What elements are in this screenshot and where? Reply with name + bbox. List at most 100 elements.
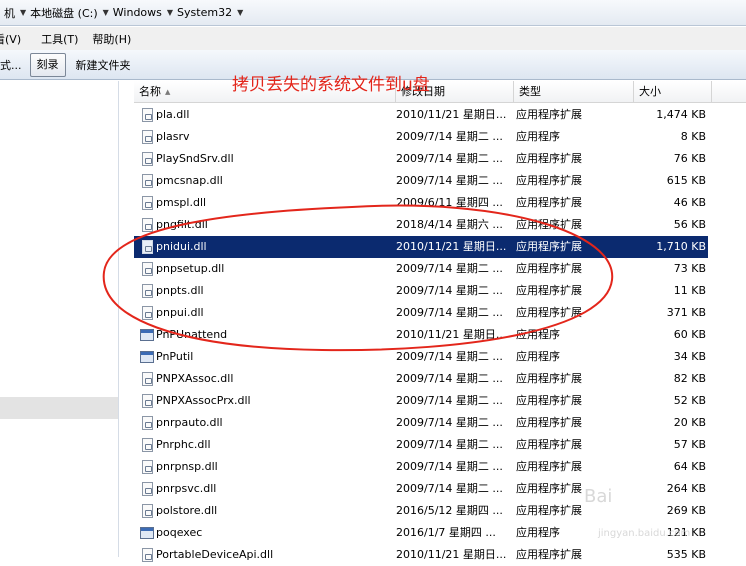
- file-size: 20 KB: [673, 416, 706, 429]
- dll-file-icon: [140, 239, 156, 255]
- breadcrumb-windows[interactable]: Windows ▼: [111, 2, 175, 24]
- dll-file-icon: [140, 151, 156, 167]
- chevron-down-icon[interactable]: ▼: [167, 8, 173, 17]
- file-row[interactable]: PlaySndSrv.dll 2009/7/14 星期二 ... 应用程序扩展 76 …: [134, 148, 708, 170]
- toolbar-partial-button[interactable]: 式...: [0, 57, 26, 73]
- file-row[interactable]: pnpsetup.dll 2009/7/14 星期二 ... 应用程序扩展 73 KB: [134, 258, 708, 280]
- file-row[interactable]: pla.dll 2010/11/21 星期日... 应用程序扩展 1,474 KB: [134, 104, 708, 126]
- file-type: 应用程序: [516, 350, 560, 363]
- breadcrumb-local-disk[interactable]: 本地磁盘 (C:) ▼: [28, 2, 111, 24]
- file-size: 60 KB: [673, 328, 706, 341]
- file-type: 应用程序扩展: [516, 262, 582, 275]
- file-type: 应用程序扩展: [516, 372, 582, 385]
- nav-selected-item[interactable]: [0, 397, 118, 419]
- dll-file-icon: [140, 415, 156, 431]
- dll-file-icon: [140, 107, 156, 123]
- column-size-header[interactable]: 大小: [634, 81, 712, 102]
- dll-file-icon: [140, 503, 156, 519]
- file-size: 615 KB: [666, 174, 706, 187]
- new-folder-button[interactable]: 新建文件夹: [72, 57, 135, 73]
- navigation-pane[interactable]: [0, 81, 119, 557]
- file-modified-date: 2009/7/14 星期二 ...: [396, 482, 503, 495]
- file-modified-date: 2009/7/14 星期二 ...: [396, 460, 503, 473]
- file-type: 应用程序: [516, 328, 560, 341]
- chevron-down-icon[interactable]: ▼: [237, 8, 243, 17]
- file-type: 应用程序扩展: [516, 218, 582, 231]
- file-row[interactable]: pngfilt.dll 2018/4/14 星期六 ... 应用程序扩展 56 KB: [134, 214, 708, 236]
- file-name: pngfilt.dll: [156, 218, 208, 231]
- file-name: pnrpauto.dll: [156, 416, 223, 429]
- file-modified-date: 2009/7/14 星期二 ...: [396, 306, 503, 319]
- file-list-pane[interactable]: 名称 ▲ 修改日期 类型 大小 pla.dll 2010/11/21 星期日... 应…: [124, 81, 746, 562]
- address-bar[interactable]: 机 ▼ 本地磁盘 (C:) ▼ Windows ▼ System32 ▼: [0, 0, 746, 26]
- chevron-down-icon[interactable]: ▼: [103, 8, 109, 17]
- file-name: Pnrphc.dll: [156, 438, 211, 451]
- menu-bar: 看(V) 工具(T) 帮助(H): [0, 27, 746, 50]
- column-type-header[interactable]: 类型: [514, 81, 634, 102]
- file-row[interactable]: PNPXAssocPrx.dll 2009/7/14 星期二 ... 应用程序扩展 5…: [134, 390, 708, 412]
- file-row[interactable]: pnrpauto.dll 2009/7/14 星期二 ... 应用程序扩展 20 KB: [134, 412, 708, 434]
- file-size: 8 KB: [680, 130, 706, 143]
- file-type: 应用程序扩展: [516, 284, 582, 297]
- burn-button[interactable]: 刻录: [29, 52, 66, 77]
- file-name: PnPutil: [156, 350, 194, 363]
- file-type: 应用程序扩展: [516, 174, 582, 187]
- dll-file-icon: [140, 371, 156, 387]
- file-size: 1,710 KB: [656, 240, 706, 253]
- file-type: 应用程序扩展: [516, 438, 582, 451]
- menu-help[interactable]: 帮助(H): [92, 31, 139, 47]
- breadcrumb-computer[interactable]: 机 ▼: [2, 2, 28, 24]
- file-modified-date: 2009/7/14 星期二 ...: [396, 438, 503, 451]
- file-row[interactable]: plasrv 2009/7/14 星期二 ... 应用程序 8 KB: [134, 126, 708, 148]
- menu-view[interactable]: 看(V): [0, 31, 29, 47]
- file-type: 应用程序扩展: [516, 460, 582, 473]
- dll-file-icon: [140, 393, 156, 409]
- column-name-label: 名称: [139, 85, 161, 98]
- file-modified-date: 2009/7/14 星期二 ...: [396, 152, 503, 165]
- file-size: 371 KB: [666, 306, 706, 319]
- file-row[interactable]: PnPUnattend 2010/11/21 星期日... 应用程序 60 KB: [134, 324, 708, 346]
- file-row[interactable]: pnpui.dll 2009/7/14 星期二 ... 应用程序扩展 371 KB: [134, 302, 708, 324]
- file-modified-date: 2009/6/11 星期四 ...: [396, 196, 503, 209]
- file-modified-date: 2010/11/21 星期日...: [396, 108, 507, 121]
- file-name: pnidui.dll: [156, 240, 207, 253]
- file-name: polstore.dll: [156, 504, 218, 517]
- dll-file-icon: [140, 547, 156, 563]
- file-size: 64 KB: [673, 460, 706, 473]
- file-row[interactable]: pnrpsvc.dll 2009/7/14 星期二 ... 应用程序扩展 264 KB: [134, 478, 708, 500]
- dll-file-icon: [140, 261, 156, 277]
- watermark-logo: Bai: [584, 486, 613, 507]
- file-name: pnpui.dll: [156, 306, 204, 319]
- dll-file-icon: [140, 217, 156, 233]
- column-type-label: 类型: [519, 85, 541, 98]
- file-row[interactable]: Pnrphc.dll 2009/7/14 星期二 ... 应用程序扩展 57 KB: [134, 434, 708, 456]
- menu-tools[interactable]: 工具(T): [41, 31, 86, 47]
- file-size: 1,474 KB: [656, 108, 706, 121]
- file-row[interactable]: pmspl.dll 2009/6/11 星期四 ... 应用程序扩展 46 KB: [134, 192, 708, 214]
- breadcrumb-label: 本地磁盘 (C:): [30, 6, 98, 20]
- file-row[interactable]: pnrpnsp.dll 2009/7/14 星期二 ... 应用程序扩展 64 KB: [134, 456, 708, 478]
- file-modified-date: 2010/11/21 星期日...: [396, 328, 507, 341]
- file-row[interactable]: PnPutil 2009/7/14 星期二 ... 应用程序 34 KB: [134, 346, 708, 368]
- column-header: 名称 ▲ 修改日期 类型 大小: [134, 81, 746, 103]
- exe-file-icon: [140, 525, 156, 541]
- file-name: pnrpsvc.dll: [156, 482, 217, 495]
- file-size: 11 KB: [673, 284, 706, 297]
- file-row[interactable]: PNPXAssoc.dll 2009/7/14 星期二 ... 应用程序扩展 82 K…: [134, 368, 708, 390]
- file-name: pnpts.dll: [156, 284, 204, 297]
- file-row[interactable]: pnpts.dll 2009/7/14 星期二 ... 应用程序扩展 11 KB: [134, 280, 708, 302]
- dll-file-icon: [140, 305, 156, 321]
- file-modified-date: 2009/7/14 星期二 ...: [396, 394, 503, 407]
- file-row[interactable]: pmcsnap.dll 2009/7/14 星期二 ... 应用程序扩展 615 KB: [134, 170, 708, 192]
- file-row[interactable]: polstore.dll 2016/5/12 星期四 ... 应用程序扩展 269 K…: [134, 500, 708, 522]
- file-modified-date: 2009/7/14 星期二 ...: [396, 174, 503, 187]
- chevron-down-icon[interactable]: ▼: [20, 8, 26, 17]
- file-row[interactable]: pnidui.dll 2010/11/21 星期日... 应用程序扩展 1,710 K…: [134, 236, 708, 258]
- file-type: 应用程序扩展: [516, 152, 582, 165]
- breadcrumb-label: 机: [4, 6, 15, 20]
- file-row[interactable]: PortableDeviceApi.dll 2010/11/21 星期日... 应用…: [134, 544, 708, 566]
- dll-file-icon: [140, 173, 156, 189]
- file-size: 82 KB: [673, 372, 706, 385]
- dll-file-icon: [140, 437, 156, 453]
- breadcrumb-system32[interactable]: System32 ▼: [175, 2, 245, 24]
